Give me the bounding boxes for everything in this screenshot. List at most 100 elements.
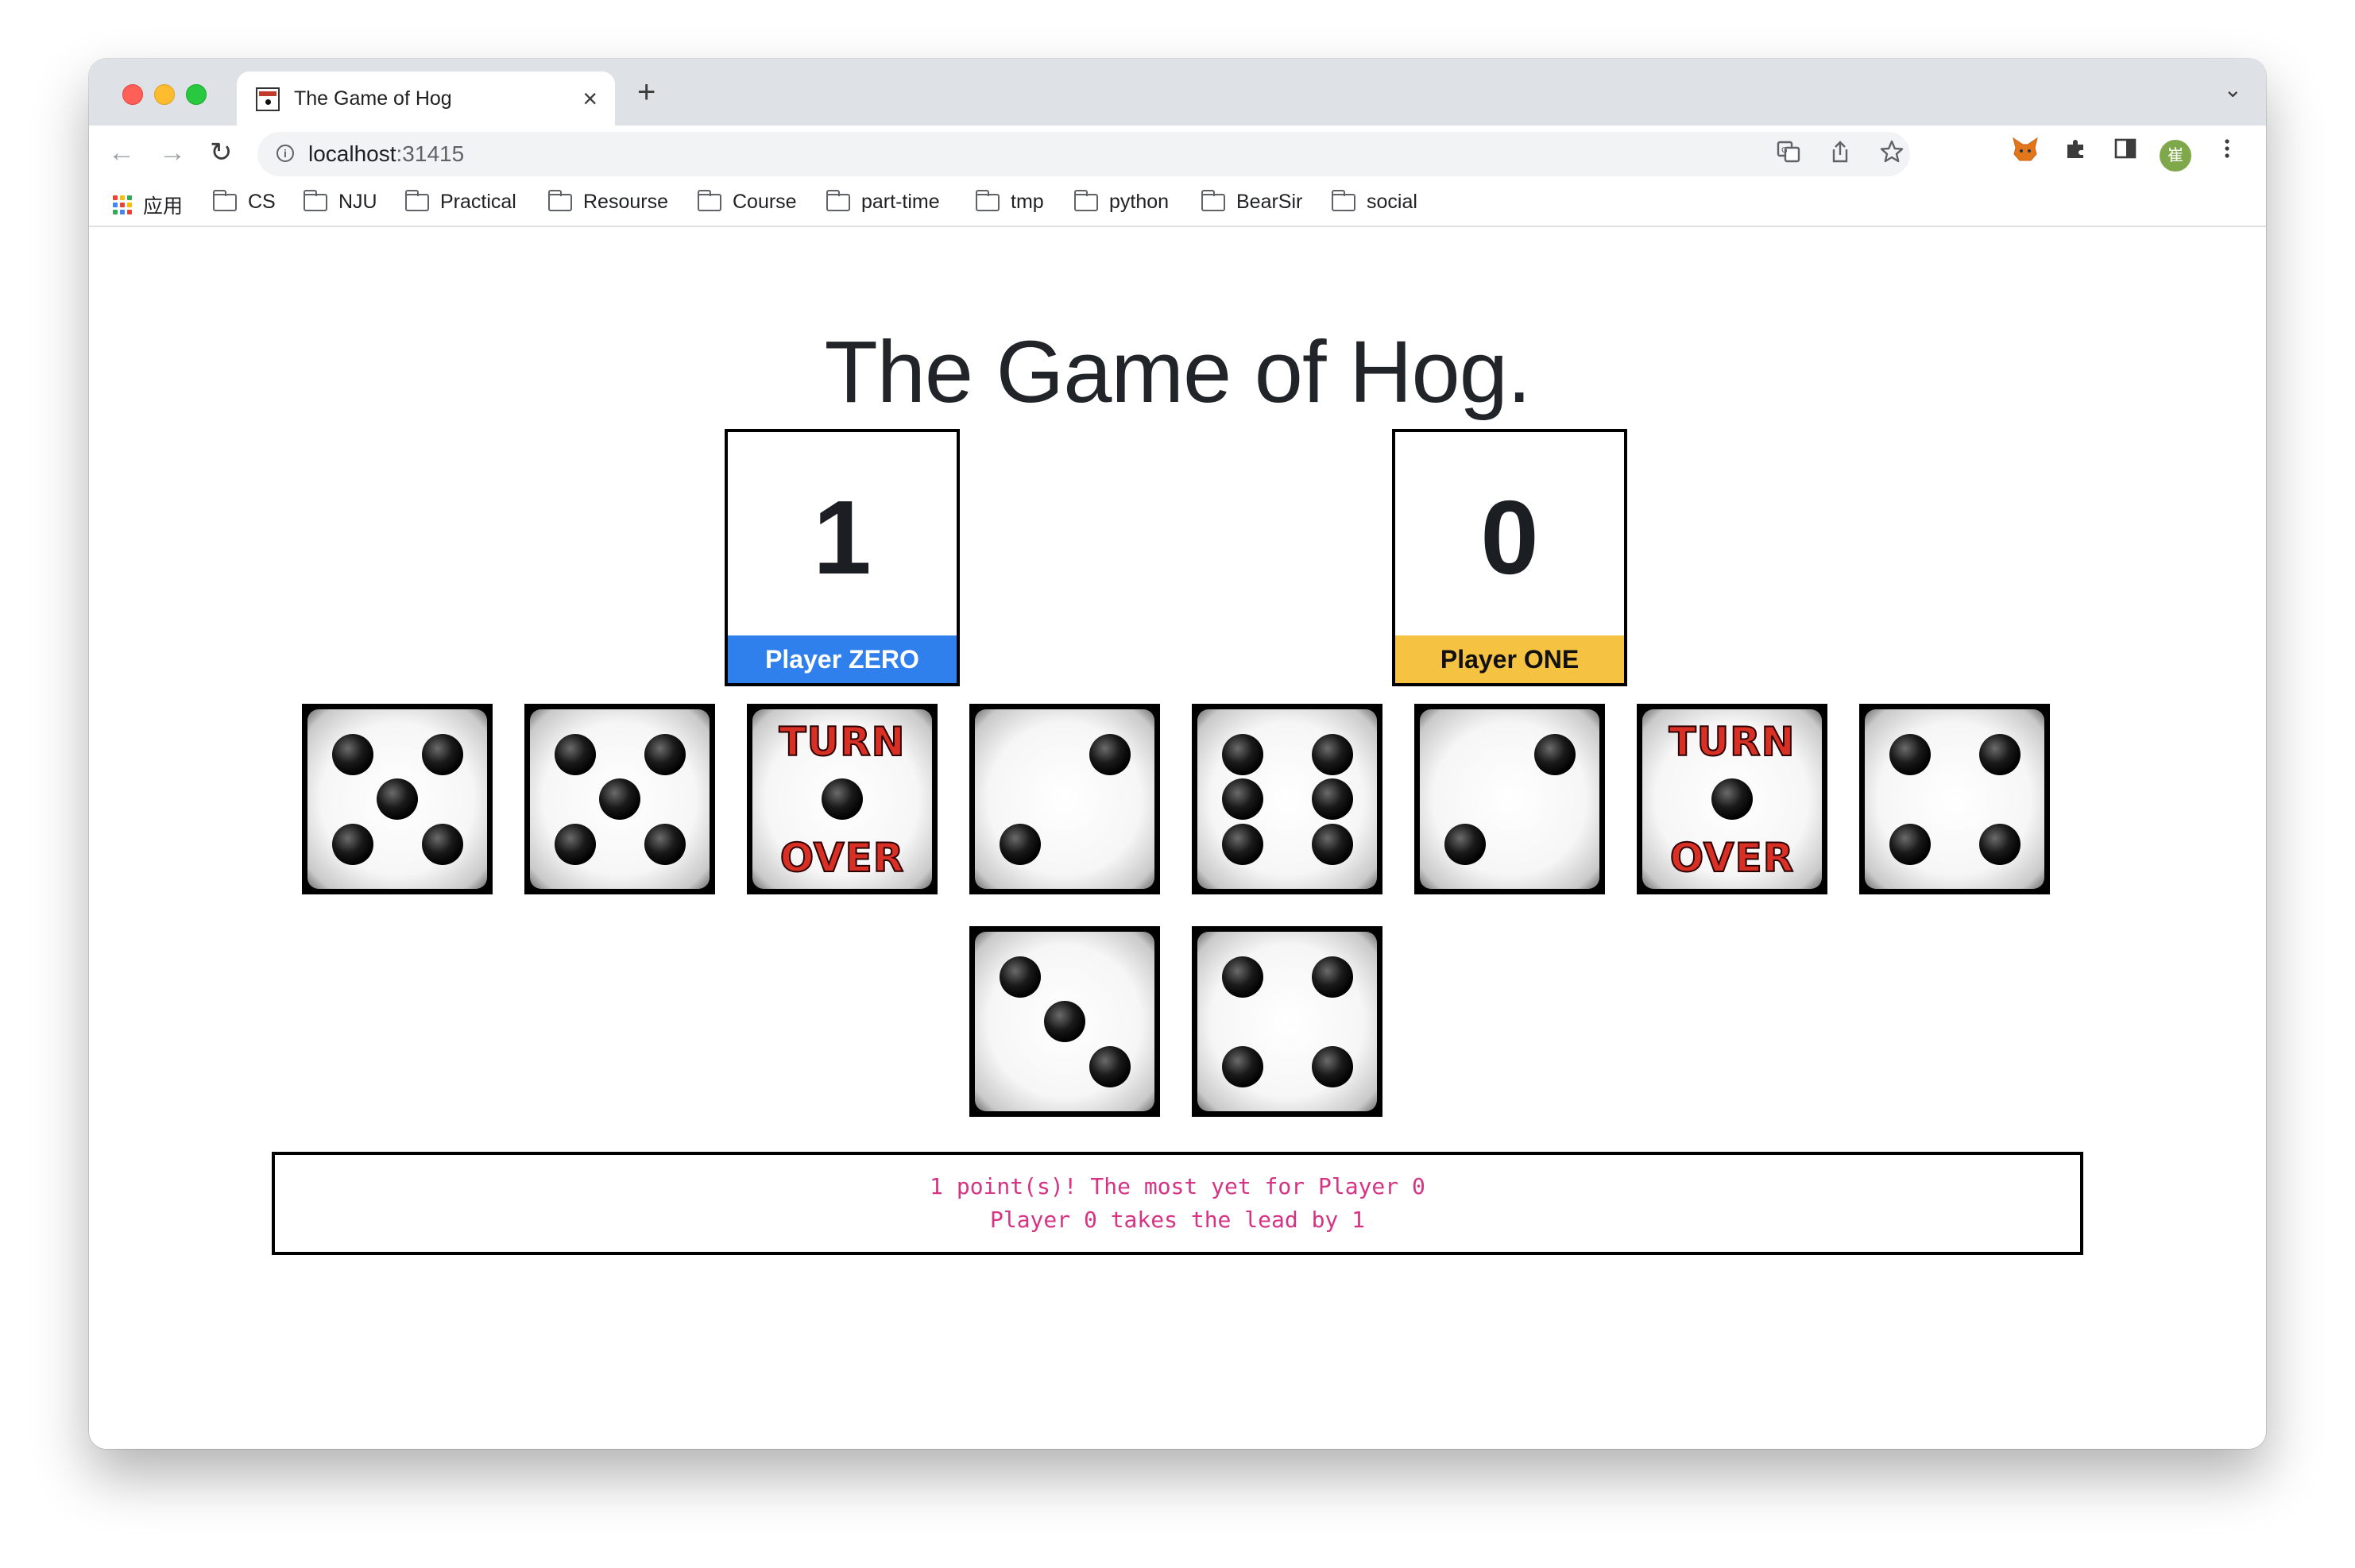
die-5 <box>302 704 493 894</box>
folder-icon <box>1074 189 1098 211</box>
die-pip <box>644 733 686 775</box>
folder-icon <box>976 189 1000 211</box>
apps-grid-icon <box>113 195 132 214</box>
bookmark-star-icon[interactable] <box>1880 140 1904 171</box>
profile-avatar[interactable]: 崔 <box>2160 140 2191 172</box>
bookmark-bearsir[interactable]: BearSir <box>1201 189 1303 214</box>
new-tab-button[interactable]: + <box>637 76 655 108</box>
die-pip <box>1221 956 1263 998</box>
browser-window: The Game of Hog × + ⌄ ← → ↻ i localhost:… <box>89 59 2266 1449</box>
close-window-button[interactable] <box>122 84 143 105</box>
die-pip <box>1444 823 1486 865</box>
folder-icon <box>213 189 237 211</box>
die-pip <box>1311 778 1353 820</box>
die-face <box>1420 709 1599 889</box>
die-pip <box>1311 1045 1353 1087</box>
bookmark-label: Practical <box>440 191 516 213</box>
url-text[interactable]: localhost:31415 <box>308 141 464 167</box>
die-face: TURN OVER <box>1642 709 1822 889</box>
bookmark-python[interactable]: python <box>1074 189 1170 214</box>
address-bar[interactable]: i localhost:31415 G <box>257 132 1910 176</box>
bookmark-nju[interactable]: NJU <box>304 189 377 214</box>
tab-strip: The Game of Hog × + ⌄ <box>89 59 2266 126</box>
die-5 <box>524 704 715 894</box>
reload-button[interactable]: ↻ <box>210 137 233 168</box>
die-pip <box>1089 733 1131 775</box>
die-pip <box>1221 733 1263 775</box>
die-pip <box>554 823 596 865</box>
back-button[interactable]: ← <box>108 137 135 168</box>
die-pip <box>554 733 596 775</box>
bookmark-cs[interactable]: CS <box>213 189 276 214</box>
die-pip <box>644 823 686 865</box>
die-6 <box>1192 704 1382 894</box>
bookmark-part-time[interactable]: part-time <box>826 189 940 214</box>
die-pip <box>421 733 463 775</box>
die-face <box>1197 709 1377 889</box>
die-face <box>530 709 710 889</box>
extensions-puzzle-icon[interactable] <box>2064 137 2088 169</box>
player-one-label: Player ONE <box>1395 635 1624 683</box>
tab-title: The Game of Hog <box>294 87 452 110</box>
die-face <box>975 932 1154 1111</box>
die-face: TURN OVER <box>752 709 932 889</box>
die-face <box>975 709 1154 889</box>
die-pip <box>1889 733 1931 775</box>
share-icon[interactable] <box>1829 140 1851 171</box>
bookmark-label: social <box>1367 191 1417 213</box>
turn-over-bottom-text: OVER <box>1669 834 1795 882</box>
die-pip <box>999 823 1041 865</box>
die-pip <box>1089 1045 1131 1087</box>
die-pip <box>1311 956 1353 998</box>
player-zero-label: Player ZERO <box>728 635 957 683</box>
die-pip <box>331 733 373 775</box>
bookmark-apps[interactable]: 应用 <box>113 191 183 219</box>
minimize-window-button[interactable] <box>154 84 175 105</box>
die-pip <box>421 823 463 865</box>
metamask-fox-icon[interactable] <box>2012 137 2039 171</box>
die-pip <box>599 778 640 820</box>
bookmark-social[interactable]: social <box>1332 189 1417 214</box>
folder-icon <box>548 189 572 211</box>
bookmark-label: tmp <box>1011 191 1044 213</box>
folder-icon <box>698 189 721 211</box>
kebab-menu-icon[interactable] <box>2223 137 2231 169</box>
turn-over-bottom-text: OVER <box>779 834 905 882</box>
url-host: localhost <box>308 141 396 166</box>
player-one-score: 0 <box>1480 479 1539 596</box>
site-info-icon[interactable]: i <box>276 145 294 162</box>
tab-close-icon[interactable]: × <box>582 83 597 114</box>
die-4 <box>1192 926 1382 1117</box>
svg-text:G: G <box>1781 146 1788 155</box>
message-box: 1 point(s)! The most yet for Player 0 Pl… <box>272 1152 2083 1255</box>
url-port: :31415 <box>396 141 465 166</box>
bookmark-label: BearSir <box>1236 191 1303 213</box>
die-pip <box>1533 733 1576 775</box>
die-pip <box>1711 778 1753 820</box>
bookmark-practical[interactable]: Practical <box>405 189 516 214</box>
page-title: The Game of Hog. <box>824 323 1532 421</box>
die-pip <box>1044 1001 1085 1042</box>
bookmark-tmp[interactable]: tmp <box>976 189 1044 214</box>
folder-icon <box>1201 189 1225 211</box>
bookmark-label: Course <box>733 191 797 213</box>
bookmark-resourse[interactable]: Resourse <box>548 189 668 214</box>
active-tab[interactable]: The Game of Hog × <box>237 71 615 126</box>
die-face <box>1865 709 2044 889</box>
die-3 <box>969 926 1160 1117</box>
die-pip <box>822 778 863 820</box>
tab-search-chevron-icon[interactable]: ⌄ <box>2224 76 2242 102</box>
bookmark-label: NJU <box>338 191 377 213</box>
die-pip <box>1889 823 1931 865</box>
player-zero-scorebox: 1 Player ZERO <box>725 429 960 686</box>
folder-icon <box>304 189 327 211</box>
bookmark-apps-label: 应用 <box>143 195 184 218</box>
translate-icon[interactable]: G <box>1777 140 1800 171</box>
bookmark-course[interactable]: Course <box>698 189 797 214</box>
die-pip <box>1978 823 2021 865</box>
zoom-window-button[interactable] <box>186 84 207 105</box>
forward-button[interactable]: → <box>159 137 186 168</box>
bookmark-label: python <box>1109 191 1170 213</box>
side-panel-icon[interactable] <box>2113 137 2137 169</box>
message-line-1: 1 point(s)! The most yet for Player 0 <box>930 1173 1425 1199</box>
